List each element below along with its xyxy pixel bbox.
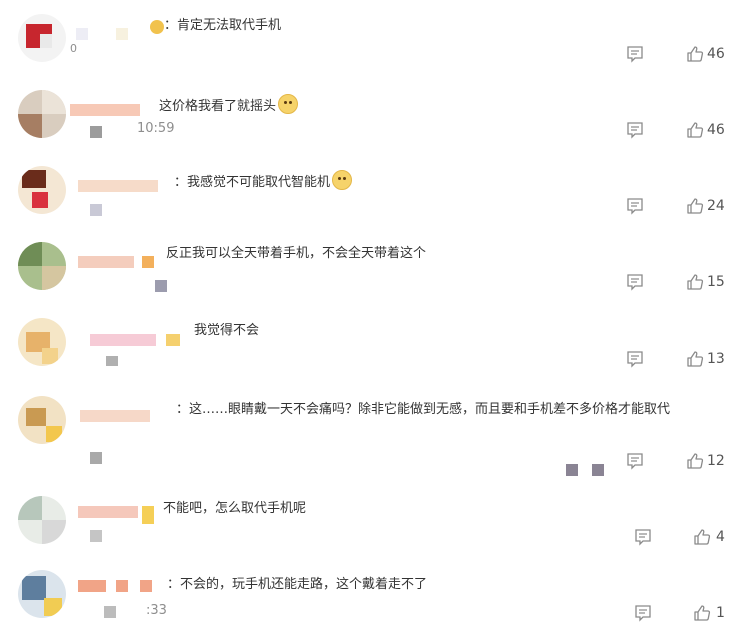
username-blur (142, 256, 154, 268)
like-count: 4 (716, 529, 725, 545)
comment-icon[interactable] (626, 121, 644, 139)
username-blur (78, 580, 106, 592)
emoji-icon (150, 20, 164, 34)
username-blur (116, 28, 128, 40)
thumbs-up-icon[interactable] (686, 45, 704, 63)
username-blur (90, 126, 102, 138)
thumbs-up-icon[interactable] (686, 350, 704, 368)
comment-text: 反正我可以全天带着手机，不会全天带着这个 (166, 246, 427, 261)
comment-icon[interactable] (626, 197, 644, 215)
thumbs-up-icon[interactable] (686, 197, 704, 215)
username-blur (76, 28, 88, 40)
comment-icon[interactable] (626, 273, 644, 291)
like-count: 1 (716, 605, 725, 621)
username-blur (90, 204, 102, 216)
like-count: 12 (707, 453, 725, 469)
dog-face-emoji (332, 170, 353, 190)
like-count: 15 (707, 274, 725, 290)
username-blur (90, 452, 102, 464)
username-blur (592, 464, 604, 476)
thumbs-up-icon[interactable] (693, 604, 711, 622)
username-blur (80, 410, 150, 422)
avatar[interactable] (18, 242, 66, 290)
thumbs-up-icon[interactable] (686, 121, 704, 139)
username-blur (155, 280, 167, 292)
username-blur (104, 606, 116, 618)
username-blur (78, 180, 158, 192)
comment-text: ：这……眼睛戴一天不会痛吗？除非它能做到无感，而且要和手机差不多价格才能取代 (176, 402, 671, 417)
like-count: 24 (707, 198, 725, 214)
comment-text: 我觉得不会 (194, 323, 260, 338)
comment-text: 不能吧，怎么取代手机呢 (163, 501, 307, 516)
avatar[interactable] (18, 496, 66, 544)
comment-icon[interactable] (634, 604, 652, 622)
thumbs-up-icon[interactable] (693, 528, 711, 546)
like-count: 46 (707, 46, 725, 62)
username-blur (166, 334, 180, 346)
comment-icon[interactable] (634, 528, 652, 546)
username-blur (90, 530, 102, 542)
username-blur (90, 334, 156, 346)
comment-text: ：肯定无法取代手机 (164, 18, 282, 33)
thumbs-up-icon[interactable] (686, 273, 704, 291)
comment-icon[interactable] (626, 452, 644, 470)
username-blur (566, 464, 578, 476)
comment-text: 这价格我看了就摇头 (159, 94, 299, 115)
dog-face-emoji (278, 94, 299, 114)
username-blur (78, 256, 134, 268)
username-blur (140, 580, 152, 592)
comment-text: ：我感觉不可能取代智能机 (174, 170, 353, 191)
avatar[interactable] (18, 14, 66, 62)
comment-icon[interactable] (626, 45, 644, 63)
avatar[interactable] (18, 570, 66, 618)
avatar[interactable] (18, 90, 66, 138)
username-blur (142, 506, 154, 524)
username-blur (106, 356, 118, 366)
thumbs-up-icon[interactable] (686, 452, 704, 470)
avatar[interactable] (18, 396, 66, 444)
comment-time: :33 (146, 603, 167, 618)
like-count: 13 (707, 351, 725, 367)
avatar[interactable] (18, 166, 66, 214)
username-blur (116, 580, 128, 592)
avatar[interactable] (18, 318, 66, 366)
comment-time: 10:59 (137, 121, 175, 136)
comment-text: ：不会的，玩手机还能走路，这个戴着走不了 (167, 577, 428, 592)
username-blur (78, 506, 138, 518)
like-count: 46 (707, 122, 725, 138)
username-blur (70, 104, 140, 116)
comment-time: 0 (70, 42, 77, 55)
comment-icon[interactable] (626, 350, 644, 368)
